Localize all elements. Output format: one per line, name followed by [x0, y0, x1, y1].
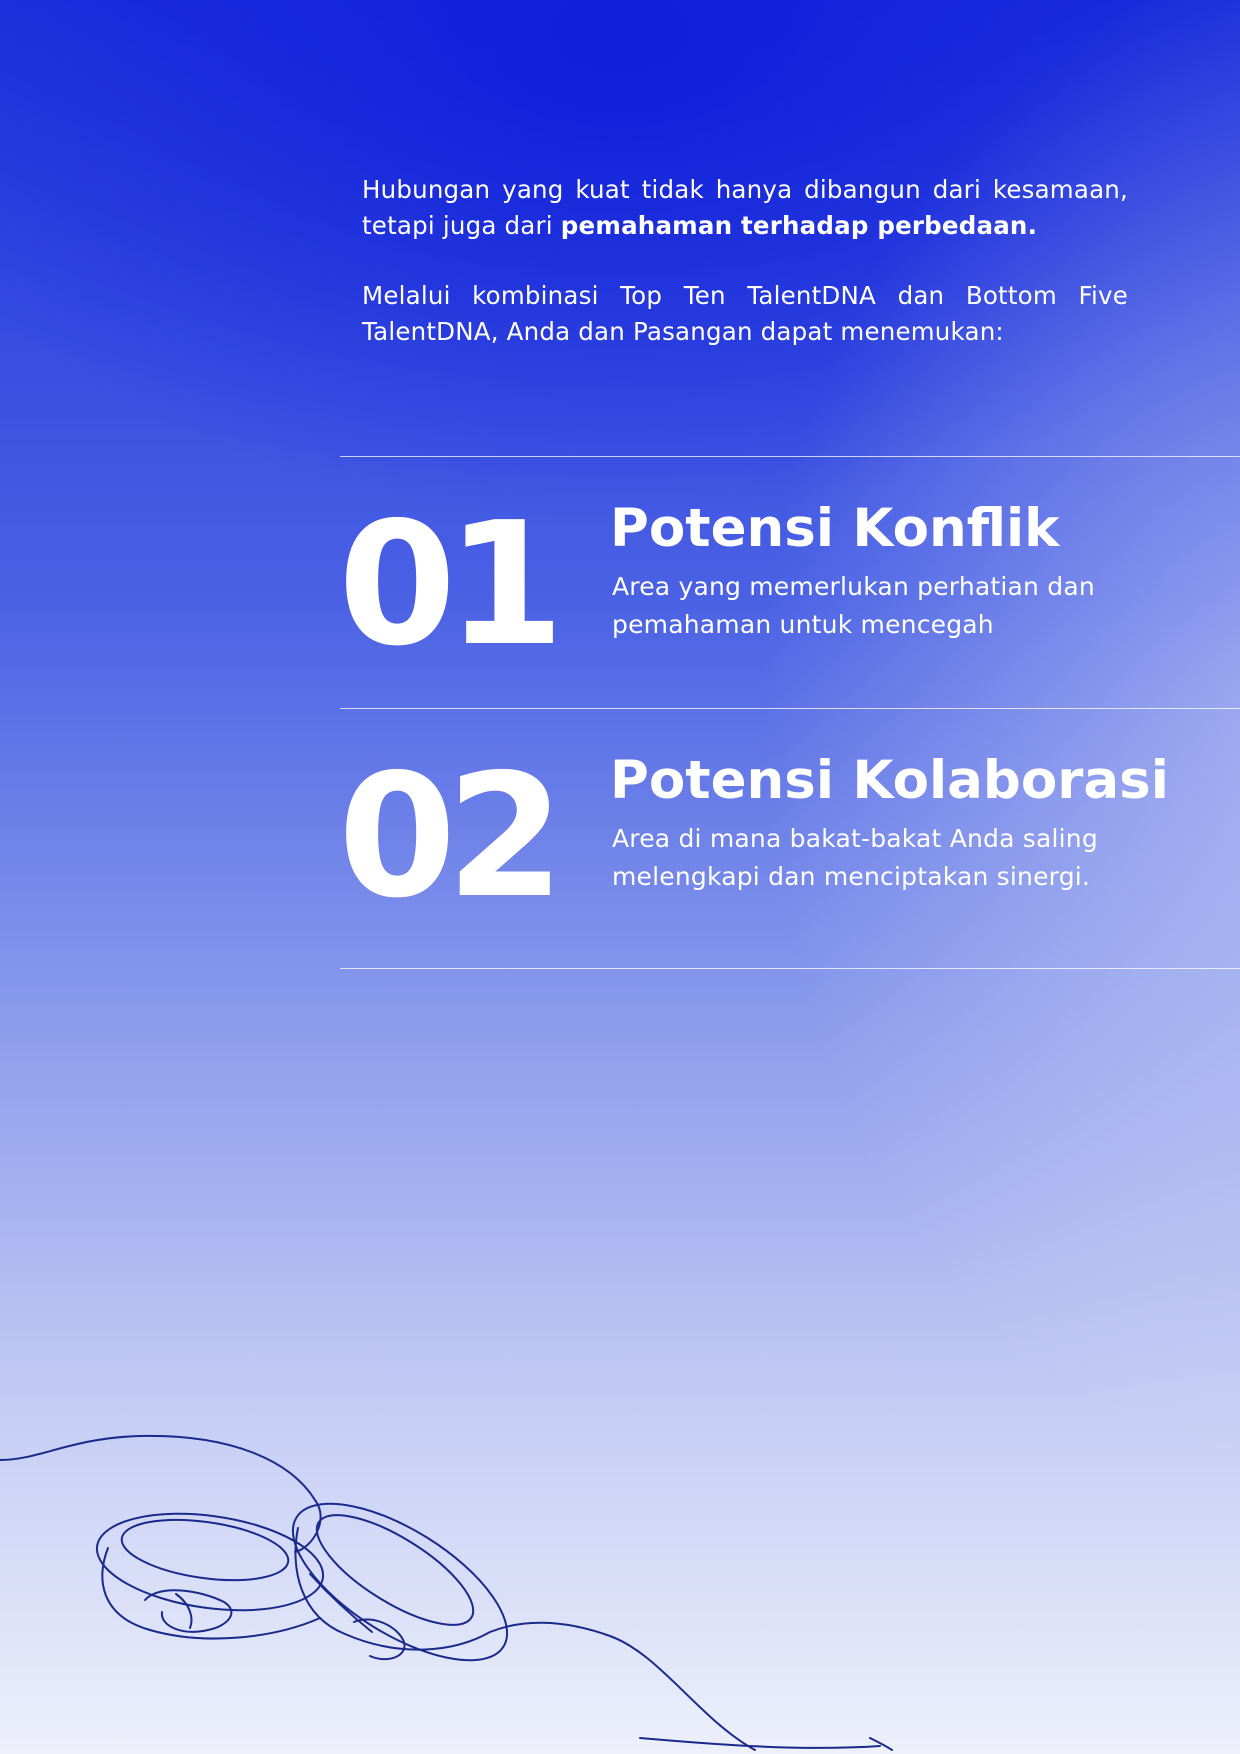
page: Hubungan yang kuat tidak hanya dibangun … [0, 0, 1240, 1754]
intro-text: Hubungan yang kuat tidak hanya dibangun … [362, 172, 1128, 384]
item-description-konflik: Area yang memerlukan perhatian dan pemah… [612, 572, 1095, 639]
divider-top [340, 456, 1240, 457]
intro-paragraph-1-emphasis: pemahaman terhadap perbedaan. [560, 211, 1038, 240]
intro-paragraph-1: Hubungan yang kuat tidak hanya dibangun … [362, 172, 1128, 244]
wedding-rings-illustration [0, 1434, 893, 1751]
item-description-kolaborasi: Area di mana bakat-bakat Anda saling mel… [612, 824, 1098, 891]
item-title-konflik: Potensi Konflik [610, 498, 1060, 559]
intro-paragraph-2: Melalui kombinasi Top Ten TalentDNA dan … [362, 281, 1128, 346]
item-number-01: 01 [338, 486, 565, 684]
item-number-02: 02 [338, 738, 565, 936]
wedding-rings-line-art [0, 1434, 893, 1751]
divider-bottom [340, 968, 1240, 969]
item-title-kolaborasi: Potensi Kolaborasi [610, 750, 1169, 811]
divider-middle [340, 708, 1240, 709]
